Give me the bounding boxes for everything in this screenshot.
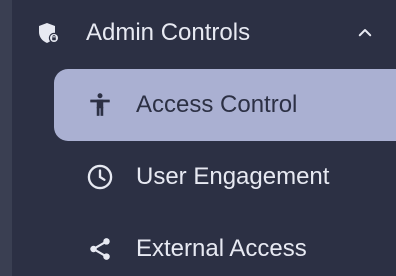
share-icon bbox=[84, 233, 116, 265]
sidebar-item-label: User Engagement bbox=[136, 163, 330, 190]
sidebar-item-user-engagement[interactable]: User Engagement bbox=[54, 141, 396, 213]
admin-controls-section-header[interactable]: Admin Controls bbox=[36, 12, 376, 54]
chevron-up-icon[interactable] bbox=[354, 22, 376, 44]
sidebar-item-external-access[interactable]: External Access bbox=[54, 213, 396, 276]
shield-lock-icon bbox=[36, 20, 62, 46]
clock-icon bbox=[84, 161, 116, 193]
sidebar-item-label: Access Control bbox=[136, 91, 298, 118]
sidebar-item-label: External Access bbox=[136, 235, 307, 262]
admin-sidebar: Admin Controls Access Control User Engag… bbox=[0, 0, 396, 276]
accessibility-person-icon bbox=[84, 89, 116, 121]
sidebar-item-access-control[interactable]: Access Control bbox=[54, 69, 396, 141]
section-title: Admin Controls bbox=[86, 19, 251, 46]
content-edge bbox=[0, 0, 12, 276]
